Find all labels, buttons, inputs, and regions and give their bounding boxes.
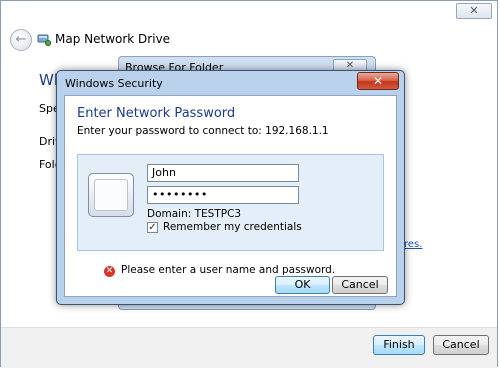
- network-drive-icon: [37, 34, 51, 46]
- security-title: Windows Security: [65, 77, 163, 90]
- wizard-close-button[interactable]: ✕: [456, 3, 492, 19]
- remember-label[interactable]: Remember my credentials: [163, 221, 302, 233]
- wizard-title: Map Network Drive: [55, 32, 171, 46]
- domain-label: Domain: TESTPC3: [147, 208, 242, 220]
- error-icon: ✕: [104, 266, 115, 277]
- security-body: Enter Network Password Enter your passwo…: [64, 95, 397, 297]
- wizard-cancel-button[interactable]: Cancel: [433, 335, 489, 355]
- wizard-link[interactable]: res.: [404, 239, 422, 250]
- security-close-button[interactable]: ✕: [357, 72, 399, 90]
- security-cancel-button[interactable]: Cancel: [332, 276, 388, 294]
- remember-checkbox[interactable]: ✓: [147, 222, 158, 233]
- finish-button[interactable]: Finish: [373, 335, 425, 355]
- username-input[interactable]: John: [147, 164, 299, 182]
- security-subtitle: Enter your password to connect to: 192.1…: [77, 125, 329, 137]
- windows-security-dialog: Windows Security ✕ Enter Network Passwor…: [56, 70, 405, 305]
- user-tile-frame: [94, 179, 128, 211]
- security-heading: Enter Network Password: [77, 106, 236, 121]
- error-message: Please enter a user name and password.: [121, 264, 336, 276]
- back-arrow-icon[interactable]: ←: [10, 29, 32, 51]
- credential-panel: John •••••••• Domain: TESTPC3 ✓ Remember…: [77, 154, 384, 251]
- user-tile-icon: [88, 173, 134, 217]
- password-input[interactable]: ••••••••: [147, 186, 299, 204]
- ok-button[interactable]: OK: [275, 276, 330, 294]
